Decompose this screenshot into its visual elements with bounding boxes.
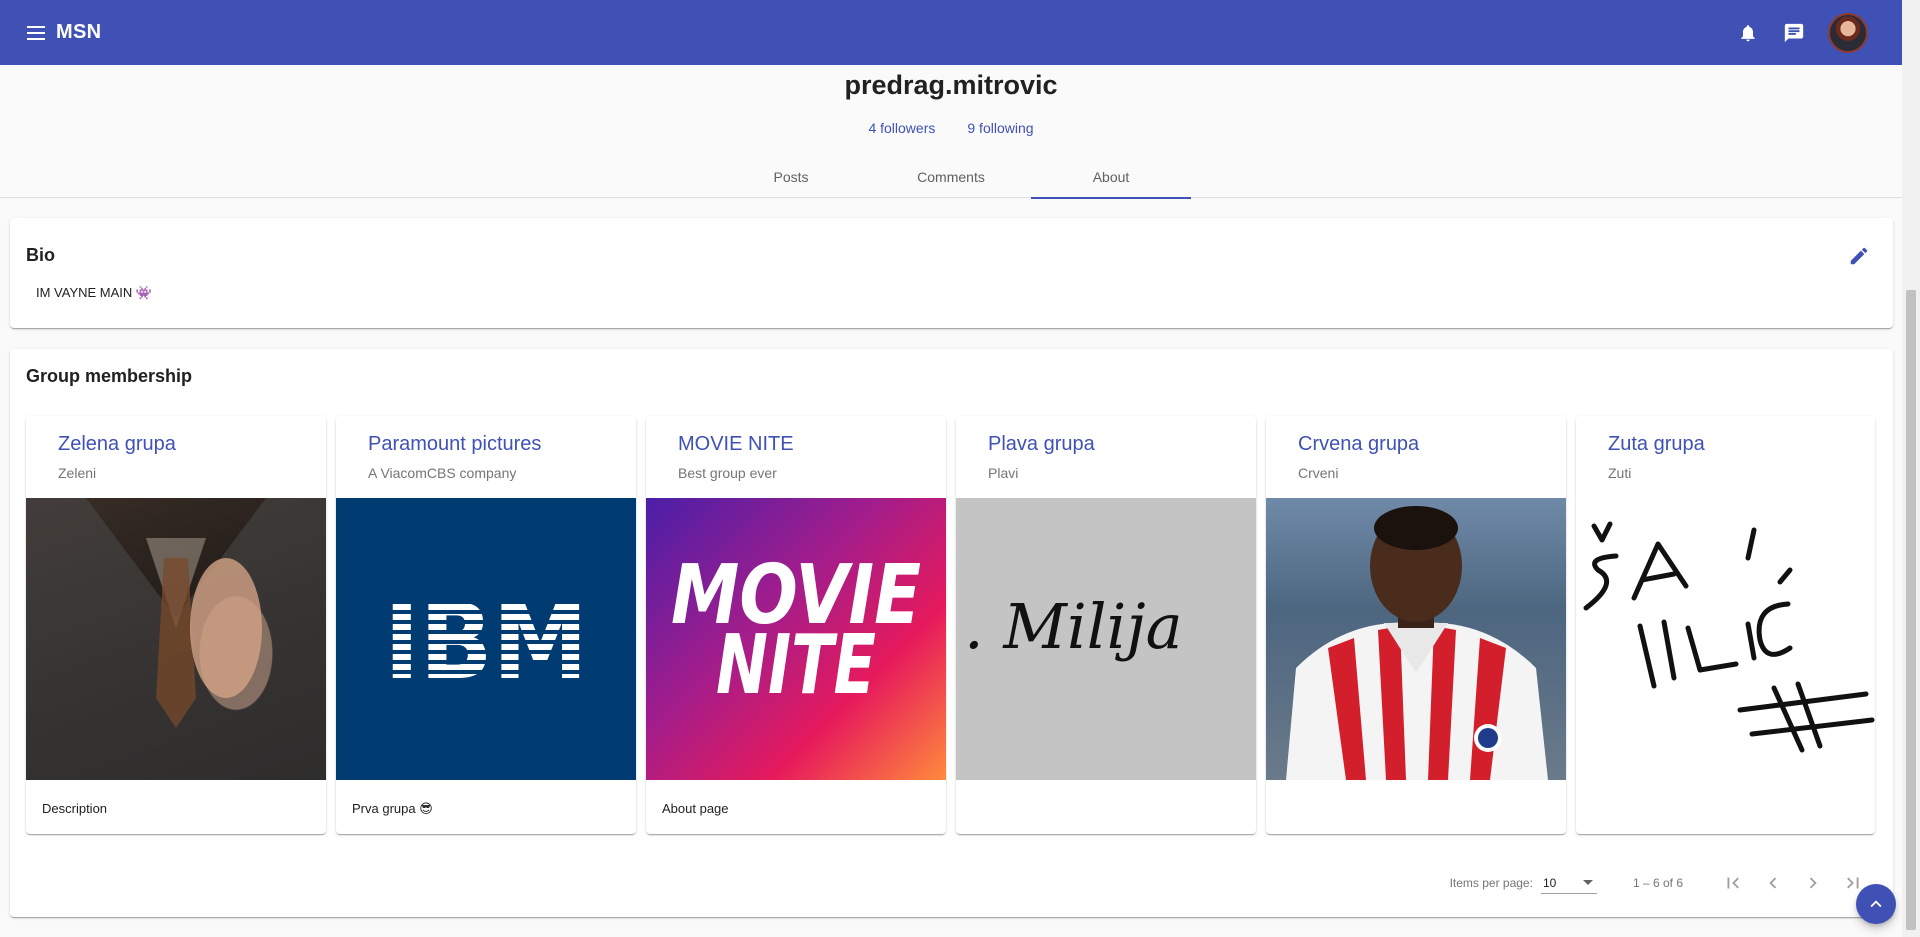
previous-page-button[interactable]	[1753, 869, 1793, 897]
avatar[interactable]	[1828, 12, 1868, 53]
top-toolbar: MSN	[0, 0, 1902, 65]
followers-link[interactable]: 4 followers	[868, 120, 935, 136]
group-image-signature: . Milija	[956, 498, 1256, 780]
chevron-left-icon	[1769, 877, 1777, 889]
group-card-crvena[interactable]: Crvena grupa Crveni	[1266, 416, 1566, 834]
group-name[interactable]: Paramount pictures	[368, 433, 541, 456]
bio-card: Bio IM VAYNE MAIN 👾	[10, 218, 1893, 328]
edit-bio-button[interactable]	[1845, 242, 1873, 270]
group-name[interactable]: Zuta grupa	[1608, 433, 1705, 456]
tab-posts[interactable]: Posts	[711, 156, 871, 198]
group-image-handwriting	[1576, 498, 1875, 780]
group-subtitle: Plavi	[988, 465, 1019, 481]
group-subtitle: Zeleni	[58, 465, 97, 481]
menu-icon[interactable]	[24, 21, 48, 45]
group-card-plava[interactable]: Plava grupa Plavi . Milija	[956, 416, 1256, 834]
tab-comments[interactable]: Comments	[871, 156, 1031, 198]
items-per-page-label: Items per page:	[1449, 876, 1533, 890]
group-subtitle: Crveni	[1298, 465, 1339, 481]
group-name[interactable]: MOVIE NITE	[678, 433, 794, 456]
group-card-paramount[interactable]: Paramount pictures A ViacomCBS company I…	[336, 416, 636, 834]
profile-username: predrag.mitrovic	[844, 70, 1058, 100]
group-card-zuta[interactable]: Zuta grupa Zuti	[1576, 416, 1875, 834]
profile-tabs: Posts Comments About	[0, 156, 1902, 199]
group-description: About page	[662, 801, 729, 816]
group-image-football-player	[1266, 498, 1566, 780]
scroll-to-top-button[interactable]	[1856, 884, 1896, 924]
dropdown-arrow-icon	[1582, 880, 1593, 885]
page-scrollbar[interactable]	[1902, 0, 1920, 937]
app-title[interactable]: MSN	[56, 21, 101, 44]
tab-about[interactable]: About	[1031, 156, 1191, 199]
svg-text:IBM: IBM	[384, 594, 588, 684]
items-per-page-select[interactable]: 10	[1540, 872, 1597, 894]
page-range: 1 – 6 of 6	[1632, 876, 1683, 890]
bell-icon	[1741, 24, 1755, 41]
messages-button[interactable]	[1774, 13, 1814, 53]
chevron-up-icon	[1870, 900, 1882, 908]
next-page-button[interactable]	[1793, 869, 1833, 897]
svg-text:. Milija: . Milija	[964, 590, 1183, 663]
group-name[interactable]: Crvena grupa	[1298, 433, 1419, 456]
bio-title: Bio	[26, 245, 55, 265]
group-image-movie-nite-poster: MOVIE NITE	[646, 498, 946, 780]
chat-icon	[1784, 23, 1804, 42]
scrollbar-thumb[interactable]	[1906, 290, 1916, 930]
group-image-ibm-logo: IBM	[336, 498, 636, 780]
items-per-page-value: 10	[1542, 875, 1557, 890]
group-membership-card: Group membership Zelena grupa Zeleni Des…	[10, 349, 1893, 917]
group-image-suit-photo	[26, 498, 326, 780]
group-description: Description	[42, 801, 108, 816]
group-subtitle: A ViacomCBS company	[368, 465, 517, 481]
bio-text: IM VAYNE MAIN 👾	[36, 285, 153, 300]
group-name[interactable]: Plava grupa	[988, 433, 1095, 456]
follow-stats: 4 followers 9 following	[0, 120, 1902, 136]
pencil-icon	[1850, 247, 1868, 265]
group-card-zelena[interactable]: Zelena grupa Zeleni Description	[26, 416, 326, 834]
group-name[interactable]: Zelena grupa	[58, 433, 176, 456]
first-page-button[interactable]	[1713, 869, 1753, 897]
following-link[interactable]: 9 following	[967, 120, 1033, 136]
handwriting-image	[1583, 521, 1875, 753]
group-subtitle: Best group ever	[678, 465, 777, 481]
group-description: Prva grupa 😎	[352, 801, 433, 816]
notifications-button[interactable]	[1728, 13, 1768, 53]
chevron-right-icon	[1809, 877, 1817, 889]
svg-text:NITE: NITE	[716, 618, 876, 713]
paginator: Items per page: 10 1 – 6 of 6	[1450, 869, 1873, 897]
group-membership-title: Group membership	[26, 366, 193, 386]
group-card-movie-nite[interactable]: MOVIE NITE Best group ever MOVIE NITE Ab…	[646, 416, 946, 834]
first-page-icon	[1727, 877, 1739, 889]
group-subtitle: Zuti	[1608, 465, 1632, 481]
